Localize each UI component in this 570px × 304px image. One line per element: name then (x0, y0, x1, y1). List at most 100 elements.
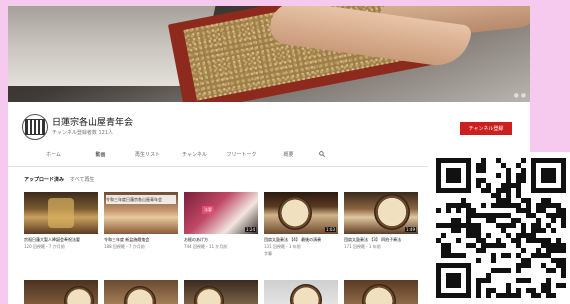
qr-module (456, 208, 461, 213)
qr-module (501, 228, 506, 233)
tab-channels[interactable]: チャンネル (171, 151, 218, 163)
qr-module (516, 233, 521, 238)
qr-module (561, 283, 566, 288)
tab-free-talk[interactable]: フリートーク (218, 151, 265, 163)
qr-module (561, 263, 566, 268)
tab-videos[interactable]: 動画 (77, 151, 124, 167)
video-title[interactable]: 団扇太鼓奏法 【3】 四拍子奏法 (344, 237, 401, 242)
qr-module (466, 208, 471, 213)
qr-module (521, 248, 526, 253)
video-thumbnail[interactable]: 1:03 (264, 192, 338, 234)
qr-module (506, 203, 511, 208)
video-thumbnail[interactable]: 法要 1:24 (184, 192, 258, 234)
qr-module (531, 158, 536, 163)
qr-module (486, 188, 491, 193)
qr-module (536, 248, 541, 253)
qr-module (526, 203, 531, 208)
qr-module (516, 183, 521, 188)
qr-module (496, 223, 501, 228)
qr-module (446, 278, 451, 283)
qr-module (551, 293, 556, 298)
qr-module (441, 188, 446, 193)
qr-module (501, 243, 506, 248)
qr-module (556, 158, 561, 163)
play-all-link[interactable]: すべて再生 (70, 177, 94, 183)
qr-module (496, 193, 501, 198)
video-thumbnail[interactable] (264, 280, 338, 304)
search-icon[interactable] (312, 151, 332, 163)
qr-module (506, 253, 511, 258)
qr-module (551, 158, 556, 163)
video-thumbnail[interactable]: 令和三年度日蓮宗各山屋青年会 (104, 192, 178, 234)
qr-module (501, 253, 506, 258)
avatar[interactable] (22, 114, 48, 140)
video-title[interactable]: 宗祖日蓮大聖人降誕会奉祝法要 (24, 237, 80, 242)
tab-playlists[interactable]: 再生リスト (124, 151, 171, 163)
qr-module (476, 248, 481, 253)
qr-module (511, 223, 516, 228)
qr-module (456, 178, 461, 183)
tab-about[interactable]: 概要 (265, 151, 312, 163)
qr-module (511, 293, 516, 298)
qr-module (446, 168, 451, 173)
qr-module (521, 263, 526, 268)
qr-module (531, 228, 536, 233)
qr-module (501, 198, 506, 203)
qr-module (521, 168, 526, 173)
qr-module (466, 278, 471, 283)
qr-module (511, 218, 516, 223)
qr-module (501, 188, 506, 193)
qr-module (531, 223, 536, 228)
qr-module (496, 173, 501, 178)
video-thumbnail[interactable] (104, 280, 178, 304)
video-title[interactable]: お経のあげ方 (184, 237, 208, 242)
qr-module (516, 278, 521, 283)
qr-module (451, 293, 456, 298)
qr-module (466, 183, 471, 188)
qr-module (551, 258, 556, 263)
qr-module (546, 248, 551, 253)
video-thumbnail[interactable] (184, 280, 258, 304)
subscribe-button[interactable]: チャンネル登録 (460, 122, 512, 135)
qr-module (511, 238, 516, 243)
video-title[interactable]: 令和三年度 新盆施餓鬼会 (104, 237, 149, 242)
qr-module (561, 188, 566, 193)
qr-module (466, 243, 471, 248)
qr-module (456, 223, 461, 228)
video-thumbnail[interactable]: 1:49 (344, 192, 418, 234)
qr-module (556, 258, 561, 263)
qr-module (496, 293, 501, 298)
qr-module (481, 158, 486, 163)
qr-module (476, 228, 481, 233)
qr-module (446, 188, 451, 193)
qr-module (451, 278, 456, 283)
qr-module (561, 243, 566, 248)
qr-module (461, 253, 466, 258)
qr-module (446, 253, 451, 258)
qr-module (546, 158, 551, 163)
video-thumbnail[interactable] (24, 280, 98, 304)
qr-module (496, 158, 501, 163)
qr-module (561, 158, 566, 163)
qr-module (481, 163, 486, 168)
qr-module (446, 263, 451, 268)
qr-module (531, 253, 536, 258)
qr-module (531, 238, 536, 243)
qr-module (466, 283, 471, 288)
video-thumbnail[interactable] (344, 280, 418, 304)
qr-module (451, 283, 456, 288)
video-thumbnail[interactable] (24, 192, 98, 234)
qr-module (556, 283, 561, 288)
qr-module (531, 288, 536, 293)
qr-module (541, 243, 546, 248)
qr-module (491, 243, 496, 248)
video-meta: 171 回視聴・1 年前 (344, 244, 381, 249)
qr-module (506, 173, 511, 178)
qr-module (471, 243, 476, 248)
video-title[interactable]: 団扇太鼓奏法 【4】 最後の演奏 (264, 237, 321, 242)
qr-module (461, 203, 466, 208)
qr-module (561, 213, 566, 218)
qr-module (436, 158, 441, 163)
qr-module (556, 203, 561, 208)
tab-home[interactable]: ホーム (30, 151, 77, 163)
